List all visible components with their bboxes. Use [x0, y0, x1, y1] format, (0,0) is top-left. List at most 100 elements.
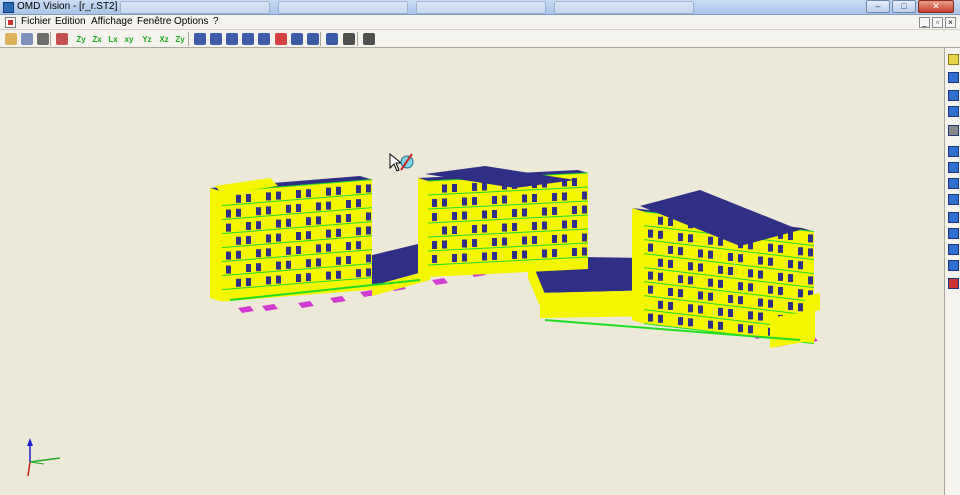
print-preview-button[interactable]	[341, 31, 357, 47]
wall-icon	[947, 177, 959, 189]
check-button[interactable]	[946, 276, 960, 290]
window	[728, 253, 733, 262]
render-icon	[326, 33, 338, 45]
view-zy-button[interactable]: Zy	[73, 31, 89, 47]
panel-button[interactable]	[946, 192, 960, 206]
window-title: OMD Vision - [r_r.ST2]	[17, 1, 118, 12]
support-button[interactable]	[946, 242, 960, 256]
window	[442, 226, 447, 235]
result-button[interactable]	[946, 258, 960, 272]
window	[432, 199, 437, 207]
window	[366, 184, 371, 193]
view-xz-button[interactable]: Lx	[105, 31, 121, 47]
zoom-window-button[interactable]	[192, 31, 208, 47]
document-icon[interactable]	[5, 17, 16, 28]
window	[432, 241, 437, 249]
mdi-close-button[interactable]: ×	[945, 17, 956, 28]
right-building-side-wall	[632, 208, 644, 324]
footing-pad	[330, 296, 346, 303]
window	[668, 259, 673, 268]
window	[698, 305, 703, 314]
window	[336, 270, 341, 279]
mesh-button[interactable]	[946, 123, 960, 137]
window	[306, 259, 311, 268]
window	[226, 209, 231, 218]
copy-button[interactable]	[19, 31, 35, 47]
window	[236, 250, 241, 259]
mdi-minimize-button[interactable]: _	[919, 17, 930, 28]
view-xzz-button[interactable]: Xz	[156, 31, 172, 47]
render-button[interactable]	[324, 31, 340, 47]
zoom-in-button[interactable]	[240, 31, 256, 47]
close-button[interactable]: ✕	[918, 0, 954, 13]
zoom-out-button[interactable]	[224, 31, 240, 47]
maximize-button[interactable]: □	[892, 0, 916, 13]
rotate-button[interactable]	[273, 31, 289, 47]
eye-button[interactable]	[289, 31, 305, 47]
window	[306, 231, 311, 240]
layers-button[interactable]	[946, 52, 960, 66]
window	[798, 303, 803, 312]
middle-building-side-wall	[418, 178, 428, 277]
view-zx-button[interactable]: Zx	[89, 31, 105, 47]
window	[276, 275, 281, 284]
wall-button[interactable]	[946, 176, 960, 190]
window	[306, 273, 311, 282]
menu-fenetre[interactable]: Fenêtre	[134, 16, 174, 27]
layers-icon	[947, 53, 959, 65]
zoom-all-button[interactable]	[208, 31, 224, 47]
side-toolbar	[944, 48, 960, 495]
fit-button[interactable]	[256, 31, 272, 47]
open-button[interactable]	[3, 31, 19, 47]
pan-button[interactable]	[305, 31, 321, 47]
window	[346, 242, 351, 250]
window	[808, 234, 813, 243]
menu-edition[interactable]: Edition	[52, 16, 89, 27]
window	[266, 248, 271, 257]
columns-button[interactable]	[946, 104, 960, 118]
beam-button[interactable]	[946, 144, 960, 158]
cube-button[interactable]	[946, 88, 960, 102]
window	[512, 209, 517, 217]
window	[758, 270, 763, 279]
menu-options[interactable]: Options	[171, 16, 211, 27]
window	[562, 234, 567, 243]
toolbar-separator	[357, 32, 358, 46]
window	[452, 184, 457, 192]
mouse-cursor-icon	[389, 152, 403, 172]
toolbar-separator	[188, 32, 189, 46]
check-icon	[947, 277, 959, 289]
menu-help[interactable]: ?	[210, 16, 222, 27]
view-yz-button[interactable]: Yz	[139, 31, 155, 47]
binoculars-button[interactable]	[361, 31, 377, 47]
view-3d-button[interactable]: Zy	[172, 31, 188, 47]
window	[226, 251, 231, 260]
window	[442, 184, 447, 193]
window	[572, 206, 577, 214]
column-button[interactable]	[946, 210, 960, 224]
nodes-button[interactable]	[946, 70, 960, 84]
app-icon[interactable]	[3, 2, 14, 13]
view-xy-button[interactable]: xy	[121, 31, 137, 47]
window	[778, 272, 783, 281]
window	[748, 325, 753, 334]
load-button[interactable]	[946, 226, 960, 240]
window	[798, 247, 803, 256]
window	[768, 257, 773, 266]
window	[688, 262, 693, 271]
menu-affichage[interactable]: Affichage	[88, 16, 136, 27]
grid-button[interactable]	[54, 31, 70, 47]
print-button[interactable]	[35, 31, 51, 47]
window	[296, 232, 301, 240]
window	[658, 300, 663, 309]
slab-button[interactable]	[946, 160, 960, 174]
window	[718, 237, 723, 246]
menu-fichier[interactable]: Fichier	[18, 16, 54, 27]
model-viewport[interactable]	[0, 48, 944, 495]
window	[678, 289, 683, 298]
building-model	[27, 152, 820, 477]
mdi-restore-button[interactable]: ▫	[932, 17, 943, 28]
minimize-button[interactable]: –	[866, 0, 890, 13]
copy-icon	[21, 33, 33, 45]
window	[256, 263, 261, 272]
